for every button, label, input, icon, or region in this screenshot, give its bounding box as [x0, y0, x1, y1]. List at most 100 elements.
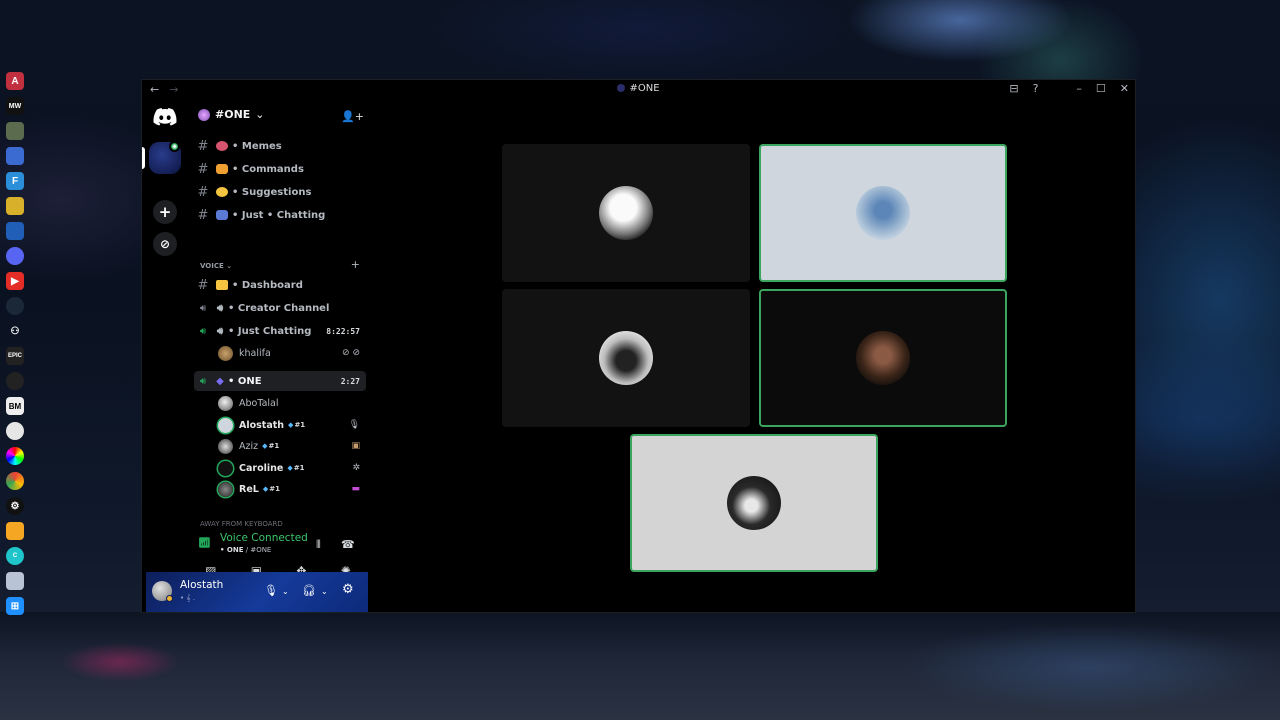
add-member-icon[interactable]: 👤+ — [341, 110, 364, 123]
avatar — [856, 186, 910, 240]
hash-icon: # — [197, 277, 209, 293]
crystal-emoji-icon: ◆ — [216, 375, 224, 387]
participant-tile[interactable] — [630, 434, 878, 572]
voice-category[interactable]: VOICE ⌄ — [200, 262, 232, 270]
microphone-icon: 🎙 — [348, 420, 360, 430]
noise-suppression-icon[interactable]: ⦀ — [316, 538, 321, 552]
discord-taskbar-icon[interactable] — [6, 247, 24, 265]
f-app-icon[interactable]: F — [6, 172, 24, 190]
selected-server-pill — [142, 147, 145, 169]
activity-icon: ▣ — [351, 441, 360, 451]
voice-user[interactable]: Aziz #1 ▣ — [218, 436, 366, 456]
mw-icon[interactable]: MW — [6, 97, 24, 115]
avatar — [218, 460, 233, 476]
headphones-icon[interactable]: 🎧︎ — [302, 584, 316, 597]
epic-games-icon[interactable]: EPIC — [6, 347, 24, 365]
participant-tile[interactable] — [502, 144, 750, 282]
voice-user[interactable]: Caroline #1 ✲ — [218, 458, 366, 478]
muted-deafened-icon: ⊘ ⊘ — [342, 348, 360, 358]
chevron-down-icon: ⌄ — [255, 108, 265, 121]
chevron-down-icon[interactable]: ⌄ — [282, 587, 289, 596]
app-a-icon[interactable]: A — [6, 72, 24, 90]
discord-window: ← → #ONE ⊟ ? – ☐ ✕ ◉ + ⊘ #ONE ⌄ 👤+ # • M… — [141, 79, 1136, 613]
voice-user[interactable]: AboTalal — [218, 393, 366, 413]
windows-start-icon[interactable]: ⊞ — [6, 597, 24, 615]
active-voice-icon: 🔊︎ — [199, 325, 207, 337]
avatar — [218, 417, 233, 433]
channel-emoji-icon — [216, 164, 228, 174]
steelseries-icon[interactable]: ⚙ — [6, 497, 24, 515]
close-button[interactable]: ✕ — [1120, 82, 1129, 95]
speaker-icon: 🔊︎ — [199, 302, 207, 314]
obs-icon[interactable] — [6, 372, 24, 390]
channel-suggestions[interactable]: # • Suggestions — [194, 182, 366, 202]
channel-emoji-icon — [216, 210, 228, 220]
participant-tile[interactable] — [759, 289, 1007, 427]
voice-user[interactable]: Alostath #1 🎙 — [218, 415, 366, 435]
username[interactable]: Alostath — [180, 579, 223, 591]
chevron-down-icon[interactable]: ⌄ — [321, 587, 328, 596]
steam-icon[interactable] — [6, 297, 24, 315]
recycle-bin-icon[interactable] — [6, 572, 24, 590]
chrome-icon[interactable] — [6, 472, 24, 490]
hash-icon: # — [197, 184, 209, 200]
among-us-icon[interactable] — [6, 197, 24, 215]
participant-tile[interactable] — [759, 144, 1007, 282]
folder-app-icon[interactable] — [6, 522, 24, 540]
inbox-icon[interactable]: ⊟ — [1009, 82, 1018, 95]
microphone-icon[interactable]: 🎙︎ — [264, 584, 278, 597]
color-wheel-icon[interactable] — [6, 447, 24, 465]
avatar — [218, 395, 233, 411]
sparkle-emoji-icon — [216, 280, 228, 290]
add-channel-button[interactable]: + — [351, 258, 360, 271]
avatar — [599, 186, 653, 240]
help-icon[interactable]: ? — [1033, 82, 1039, 95]
channel-sidebar: #ONE ⌄ 👤+ # • Memes # • Commands # • Sug… — [188, 100, 368, 612]
add-server-button[interactable]: + — [153, 200, 177, 224]
channel-emoji-icon — [216, 141, 228, 151]
minimize-button[interactable]: – — [1076, 82, 1082, 95]
afk-category[interactable]: AWAY FROM KEYBOARD — [200, 520, 283, 528]
voice-user[interactable]: khalifa ⊘ ⊘ — [218, 343, 366, 363]
game-icon[interactable] — [6, 122, 24, 140]
xbox-icon[interactable]: ⚇ — [6, 322, 24, 340]
channel-dashboard[interactable]: # • Dashboard — [194, 275, 366, 295]
channel-emoji-icon — [216, 187, 228, 197]
explore-servers-button[interactable]: ⊘ — [153, 232, 177, 256]
canva-icon[interactable]: C — [6, 547, 24, 565]
voice-channel-one[interactable]: 🔊︎ ◆ • ONE 2:27 — [194, 371, 366, 391]
wallpaper-ground — [0, 612, 1280, 720]
settings-gear-icon[interactable]: ⚙ — [342, 582, 354, 597]
speaker-icon: 🔊︎ — [216, 325, 224, 337]
disconnect-icon[interactable]: ☎ — [341, 538, 355, 551]
channel-commands[interactable]: # • Commands — [194, 159, 366, 179]
youtube-icon[interactable]: ▶ — [6, 272, 24, 290]
app-ring-icon[interactable] — [6, 422, 24, 440]
activity-icon: ✲ — [352, 463, 360, 473]
participant-tile[interactable] — [502, 289, 750, 427]
voice-location[interactable]: • ONE / #ONE — [220, 546, 271, 554]
channel-just-chatting-text[interactable]: # • Just • Chatting — [194, 205, 366, 225]
bm-icon[interactable]: BM — [6, 397, 24, 415]
avatar — [218, 345, 233, 361]
title-bar: ← → #ONE ⊟ ? – ☐ ✕ — [142, 80, 1135, 100]
calendar-icon[interactable] — [6, 147, 24, 165]
voice-user[interactable]: ReL #1 ▬ — [218, 479, 366, 499]
window-title: #ONE — [142, 83, 1135, 94]
desktop-taskbar: A MW F ▶ ⚇ EPIC BM ⚙ C ⊞ — [0, 70, 30, 630]
voice-status[interactable]: Voice Connected — [220, 532, 308, 544]
voice-channel-just-chatting[interactable]: 🔊︎ 🔊︎ • Just Chatting 8:22:57 — [194, 321, 366, 341]
voice-channel-creator[interactable]: 🔊︎ 🔊︎ • Creator Channel — [194, 298, 366, 318]
connection-signal-icon[interactable]: 📶︎ — [198, 538, 211, 549]
channel-memes[interactable]: # • Memes — [194, 136, 366, 156]
server-header[interactable]: #ONE ⌄ — [198, 108, 265, 121]
hash-icon: # — [197, 207, 209, 223]
avatar — [727, 476, 781, 530]
hash-icon: # — [197, 138, 209, 154]
discord-home-icon[interactable] — [153, 108, 177, 126]
user-status: • 𝄞 . — [180, 594, 195, 602]
maximize-button[interactable]: ☐ — [1096, 82, 1106, 95]
rocket-league-icon[interactable] — [6, 222, 24, 240]
channel-status-icon — [617, 84, 626, 92]
voice-active-badge: ◉ — [169, 141, 180, 152]
